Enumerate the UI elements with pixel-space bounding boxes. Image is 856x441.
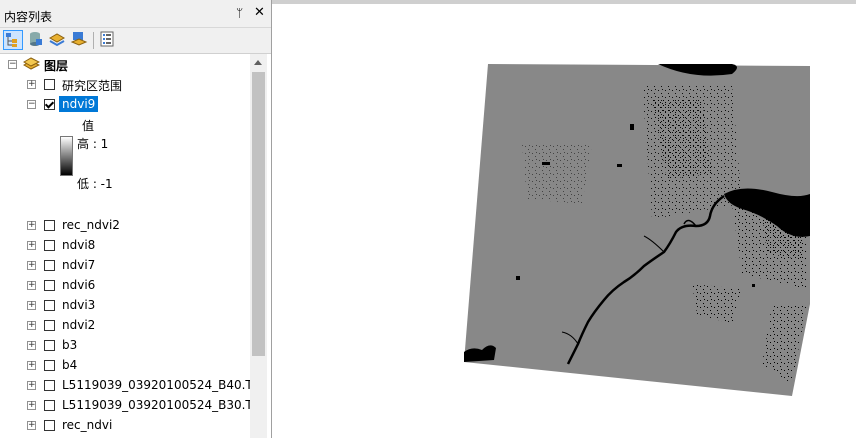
layer-visibility-checkbox[interactable] (44, 260, 55, 271)
layer-name: ndvi2 (62, 318, 96, 332)
layer-name: b4 (62, 358, 78, 372)
layer-tree: − 图层 + 研究区范围 − ndvi9 值 高 : 1 低 : -1 + re… (0, 54, 250, 438)
layer-row-ndvi8[interactable]: + ndvi8 (0, 235, 250, 255)
expand-icon[interactable]: + (27, 321, 36, 330)
toc-toolbar (0, 28, 271, 54)
expand-icon[interactable]: + (27, 401, 36, 410)
layer-row-ndvi9[interactable]: − ndvi9 (0, 94, 250, 114)
scroll-up-arrow-icon[interactable] (250, 54, 267, 71)
layers-folder-icon (22, 56, 41, 75)
layer-visibility-checkbox[interactable] (44, 220, 55, 231)
legend-low-label: 低 : -1 (77, 177, 113, 191)
list-by-drawing-order-icon[interactable] (3, 30, 23, 50)
layer-visibility-checkbox[interactable] (44, 300, 55, 311)
root-label: 图层 (44, 59, 69, 73)
list-by-visibility-icon[interactable] (48, 30, 68, 50)
layer-row-rec-ndvi[interactable]: + rec_ndvi (0, 415, 250, 435)
tree-root-layers[interactable]: − 图层 (0, 54, 250, 74)
layer-visibility-checkbox[interactable] (44, 99, 55, 110)
layer-visibility-checkbox[interactable] (44, 380, 55, 391)
layer-visibility-checkbox[interactable] (44, 240, 55, 251)
toc-scrollbar[interactable] (250, 54, 267, 438)
pin-icon[interactable]: ᛘ (236, 6, 243, 20)
expand-icon[interactable]: + (27, 341, 36, 350)
layer-row-ndvi3[interactable]: + ndvi3 (0, 295, 250, 315)
layer-visibility-checkbox[interactable] (44, 79, 55, 90)
legend-color-ramp (60, 136, 73, 176)
expand-icon[interactable]: + (27, 421, 36, 430)
table-of-contents-panel: 内容列表 ᛘ ✕ − 图层 + 研究区范围 − ndvi9 值 高: 1 低 … (0, 0, 272, 438)
layer-name: L5119039_03920100524_B30.TIF (62, 398, 250, 412)
layer-visibility-checkbox[interactable] (44, 340, 55, 351)
layer-visibility-checkbox[interactable] (44, 400, 55, 411)
layer-visibility-checkbox[interactable] (44, 420, 55, 431)
expand-icon[interactable]: + (27, 381, 36, 390)
toolbar-separator (93, 32, 94, 49)
expand-icon[interactable]: + (27, 301, 36, 310)
collapse-icon[interactable]: − (27, 100, 36, 109)
layer-name-selected[interactable]: ndvi9 (59, 96, 99, 112)
ndvi-raster-image (464, 64, 810, 396)
map-view[interactable] (272, 0, 856, 438)
layer-visibility-checkbox[interactable] (44, 320, 55, 331)
list-by-source-icon[interactable] (26, 30, 46, 50)
layer-name: rec_ndvi (62, 418, 113, 432)
expand-icon[interactable]: + (27, 80, 36, 89)
collapse-root-icon[interactable]: − (8, 60, 17, 69)
expand-icon[interactable]: + (27, 261, 36, 270)
layer-name: ndvi3 (62, 298, 96, 312)
layer-visibility-checkbox[interactable] (44, 360, 55, 371)
layer-name: L5119039_03920100524_B40.TIF (62, 378, 250, 392)
layer-row-b40-tif[interactable]: + L5119039_03920100524_B40.TIF (0, 375, 250, 395)
list-by-selection-icon[interactable] (70, 30, 90, 50)
options-icon[interactable] (98, 30, 118, 50)
layer-name: b3 (62, 338, 78, 352)
layer-name: rec_ndvi2 (62, 218, 120, 232)
layer-row-research-area[interactable]: + 研究区范围 (0, 74, 250, 94)
scrollbar-thumb[interactable] (252, 72, 265, 356)
layer-name: ndvi6 (62, 278, 96, 292)
legend-value-label: 值 (82, 119, 95, 133)
layer-row-rec-ndvi2[interactable]: + rec_ndvi2 (0, 215, 250, 235)
layer-name: ndvi8 (62, 238, 96, 252)
layer-row-b30-tif[interactable]: + L5119039_03920100524_B30.TIF (0, 395, 250, 415)
expand-icon[interactable]: + (27, 241, 36, 250)
toc-title-bar: 内容列表 ᛘ ✕ (0, 0, 271, 28)
layer-name: ndvi7 (62, 258, 96, 272)
expand-icon[interactable]: + (27, 281, 36, 290)
expand-icon[interactable]: + (27, 221, 36, 230)
layer-visibility-checkbox[interactable] (44, 280, 55, 291)
legend-high-label: 高 : 1 (77, 137, 109, 151)
layer-row-ndvi7[interactable]: + ndvi7 (0, 255, 250, 275)
expand-icon[interactable]: + (27, 361, 36, 370)
layer-row-ndvi6[interactable]: + ndvi6 (0, 275, 250, 295)
layer-name: 研究区范围 (62, 79, 123, 93)
layer-row-b3[interactable]: + b3 (0, 335, 250, 355)
layer-row-b4[interactable]: + b4 (0, 355, 250, 375)
layer-row-ndvi2[interactable]: + ndvi2 (0, 315, 250, 335)
toc-title: 内容列表 (4, 10, 53, 24)
close-icon[interactable]: ✕ (254, 5, 265, 20)
